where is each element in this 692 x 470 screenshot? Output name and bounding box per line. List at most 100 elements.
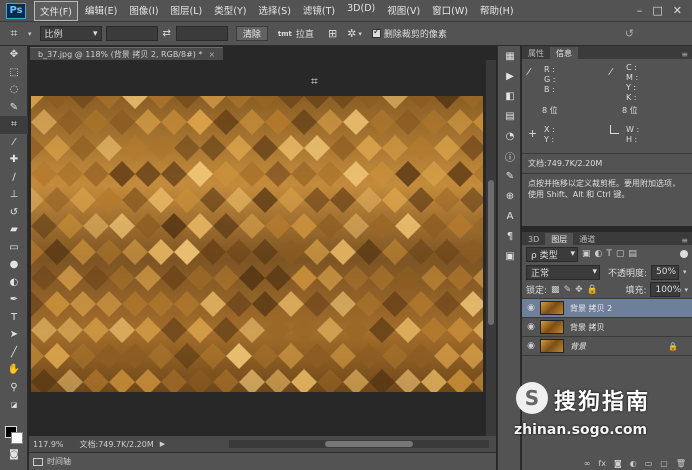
chevron-down-icon[interactable]: ▾ [358, 30, 362, 38]
filter-pixel-icon[interactable]: ▣ [582, 249, 591, 259]
menu-item[interactable]: 选择(S) [253, 1, 295, 21]
swap-icon[interactable]: ⇄ [163, 28, 171, 39]
filter-toggle-icon[interactable] [680, 250, 688, 258]
menu-item[interactable]: 编辑(E) [80, 1, 122, 21]
overlay-grid-icon[interactable]: ⊞ [328, 27, 337, 40]
menu-item[interactable]: 类型(Y) [209, 1, 251, 21]
layer-style-icon[interactable]: fx [598, 459, 606, 468]
ratio-width-field[interactable] [105, 26, 158, 41]
chevron-down-icon[interactable]: ▾ [683, 268, 687, 276]
reset-icon[interactable]: ↺ [625, 27, 634, 40]
tab-channels[interactable]: 通道 [573, 233, 601, 245]
link-layers-icon[interactable]: ∞ [584, 459, 591, 468]
visibility-eye-icon[interactable]: ◉ [522, 341, 540, 351]
menu-item[interactable]: 3D(D) [342, 1, 380, 21]
ratio-height-field[interactable] [175, 26, 228, 41]
type-tool-icon[interactable]: T [0, 309, 28, 327]
default-colors-icon[interactable]: ◪ [0, 396, 28, 414]
styles-panel-icon[interactable]: ◔ [498, 126, 522, 146]
filter-type-icon[interactable]: T [606, 249, 612, 259]
lock-pixels-icon[interactable]: ✎ [564, 285, 572, 295]
quick-mask-icon[interactable]: ◙ [0, 446, 28, 464]
document-image[interactable] [31, 96, 483, 392]
tab-3d[interactable]: 3D [522, 233, 545, 245]
tab-layers[interactable]: 图层 [545, 233, 574, 245]
layer-row[interactable]: ◉ 背景 拷贝 2 [522, 299, 692, 318]
gear-icon[interactable]: ✲ [347, 27, 356, 40]
layer-name[interactable]: 背景 拷贝 2 [570, 303, 612, 314]
blur-tool-icon[interactable]: ● [0, 256, 28, 274]
minimize-button[interactable]: – [637, 4, 643, 17]
brush-tool-icon[interactable]: ∕ [0, 169, 28, 187]
move-tool-icon[interactable]: ✥ [0, 46, 28, 64]
character-panel-icon[interactable]: A [498, 206, 522, 226]
menu-item[interactable]: 窗口(W) [427, 1, 473, 21]
ratio-select[interactable]: 比例 ▾ [39, 26, 102, 41]
gradient-tool-icon[interactable]: ▭ [0, 239, 28, 257]
timeline-bar[interactable]: 时间轴 [29, 452, 496, 470]
history-brush-tool-icon[interactable]: ↺ [0, 204, 28, 222]
menu-item[interactable]: 视图(V) [382, 1, 425, 21]
clone-source-panel-icon[interactable]: ⊕ [498, 186, 522, 206]
history-panel-icon[interactable]: ▦ [498, 46, 522, 66]
filter-shape-icon[interactable]: ▢ [616, 249, 625, 259]
zoom-tool-icon[interactable]: ⚲ [0, 379, 28, 397]
paragraph-panel-icon[interactable]: ¶ [498, 226, 522, 246]
close-button[interactable]: ✕ [673, 4, 682, 17]
brushes-panel-icon[interactable]: ✎ [498, 166, 522, 186]
new-layer-icon[interactable]: ▢ [660, 459, 668, 468]
lock-all-icon[interactable]: 🔒 [587, 285, 598, 295]
lock-position-icon[interactable]: ✥ [575, 285, 583, 295]
blend-mode-select[interactable]: 正常 ▾ [526, 264, 600, 280]
opacity-input[interactable]: 50% [651, 264, 680, 280]
visibility-eye-icon[interactable]: ◉ [522, 303, 540, 313]
info-panel-icon[interactable]: ⓘ [498, 146, 522, 166]
horizontal-scrollbar[interactable] [229, 440, 489, 448]
tab-properties[interactable]: 属性 [522, 47, 550, 59]
pen-tool-icon[interactable]: ✒ [0, 291, 28, 309]
adjustment-layer-icon[interactable]: ◐ [630, 459, 637, 468]
menu-item[interactable]: 文件(F) [34, 0, 78, 21]
eyedropper-tool-icon[interactable]: ⁄ [0, 134, 28, 152]
chevron-right-icon[interactable]: ▶ [160, 440, 165, 448]
panel-menu-icon[interactable]: ≡ [681, 50, 688, 59]
menu-item[interactable]: 帮助(H) [475, 1, 519, 21]
close-icon[interactable]: × [208, 50, 215, 59]
layer-name[interactable]: 背景 [570, 341, 586, 352]
clear-button[interactable]: 清除 [235, 26, 268, 41]
visibility-eye-icon[interactable]: ◉ [522, 322, 540, 332]
eraser-tool-icon[interactable]: ▰ [0, 221, 28, 239]
delete-cropped-checkbox[interactable]: 删除裁剪的像素 [371, 27, 447, 40]
chevron-down-icon[interactable]: ▾ [684, 286, 688, 294]
fill-input[interactable]: 100% [650, 282, 681, 297]
add-mask-icon[interactable]: ◙ [614, 459, 622, 468]
panel-menu-icon[interactable]: ≡ [681, 236, 688, 245]
lock-transparency-icon[interactable]: ▩ [551, 285, 560, 295]
layer-filter-select[interactable]: ρ 类型 ▾ [526, 246, 578, 262]
clone-stamp-tool-icon[interactable]: ⊥ [0, 186, 28, 204]
tool-preset-chevron-icon[interactable]: ▾ [28, 30, 32, 38]
menu-item[interactable]: 图层(L) [166, 1, 208, 21]
new-group-icon[interactable]: ▭ [645, 459, 653, 468]
layer-name[interactable]: 背景 拷贝 [570, 322, 605, 333]
actions-panel-icon[interactable]: ▶ [498, 66, 522, 86]
adjustments-panel-icon[interactable]: ◧ [498, 86, 522, 106]
filter-adjustment-icon[interactable]: ◐ [595, 249, 603, 259]
crop-tool-icon[interactable]: ⌗ [0, 26, 28, 41]
canvas-area[interactable]: ⌗ [29, 60, 486, 436]
trash-icon[interactable]: 🗑 [676, 459, 686, 468]
zoom-level[interactable]: 117.9% [33, 440, 64, 449]
marquee-tool-icon[interactable]: ⬚ [0, 64, 28, 82]
menu-item[interactable]: 图像(I) [124, 1, 163, 21]
dodge-tool-icon[interactable]: ◐ [0, 274, 28, 292]
background-color-swatch[interactable] [11, 432, 23, 444]
horizontal-scroll-thumb[interactable] [325, 441, 413, 447]
swatches-panel-icon[interactable]: ▤ [498, 106, 522, 126]
layer-row[interactable]: ◉ 背景 拷贝 [522, 318, 692, 337]
vertical-scroll-thumb[interactable] [488, 180, 494, 325]
menu-item[interactable]: 滤镜(T) [298, 1, 340, 21]
hand-tool-icon[interactable]: ✋ [0, 361, 28, 379]
glyphs-panel-icon[interactable]: ▣ [498, 246, 522, 266]
lasso-tool-icon[interactable]: ◌ [0, 81, 28, 99]
line-tool-icon[interactable]: ╱ [0, 344, 28, 362]
